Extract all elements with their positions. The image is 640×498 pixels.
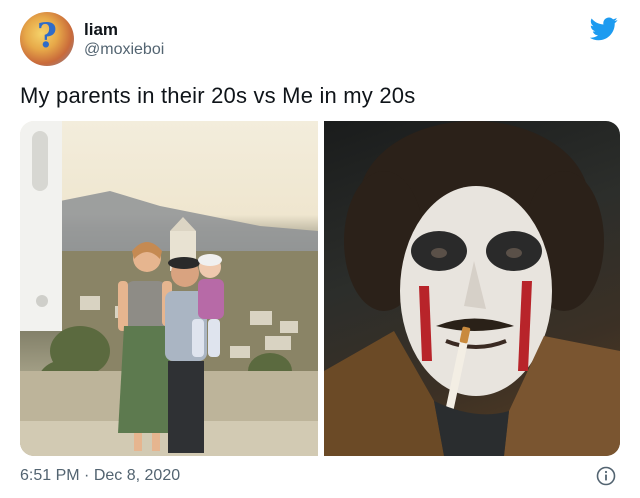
author-handle[interactable]: @moxieboi bbox=[84, 41, 164, 59]
timestamp-separator: · bbox=[84, 467, 90, 484]
me-photo-illustration bbox=[324, 121, 620, 456]
tweet-timestamp[interactable]: 6:51 PM · Dec 8, 2020 bbox=[20, 467, 180, 485]
info-icon[interactable] bbox=[596, 466, 616, 486]
twitter-bird-icon[interactable] bbox=[590, 17, 618, 41]
tweet-date: Dec 8, 2020 bbox=[93, 467, 181, 484]
tweet-time: 6:51 PM bbox=[20, 467, 80, 484]
parents-photo-illustration bbox=[20, 121, 318, 456]
avatar-question-mark: ? bbox=[37, 16, 57, 56]
author-name[interactable]: liam bbox=[84, 20, 118, 40]
tweet-photo-me[interactable] bbox=[324, 121, 620, 456]
avatar[interactable]: ? bbox=[20, 12, 74, 66]
tweet-photo-parents[interactable] bbox=[20, 121, 318, 456]
tweet-text: My parents in their 20s vs Me in my 20s bbox=[20, 83, 416, 108]
